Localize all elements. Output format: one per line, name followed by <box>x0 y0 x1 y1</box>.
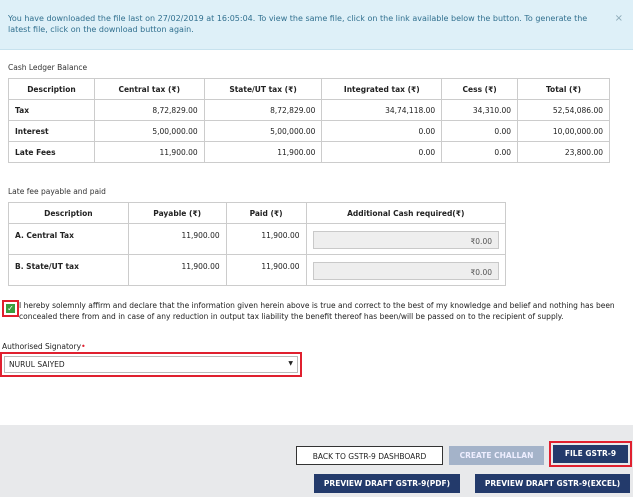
column-header: Central tax (₹) <box>93 78 205 100</box>
column-header: Integrated tax (₹) <box>321 78 443 100</box>
alert-message: You have downloaded the file last on 27/… <box>8 14 588 34</box>
table-row: Late Fees 11,900.00 11,900.00 0.00 0.00 … <box>8 141 610 163</box>
declaration-checkbox[interactable]: ✓ <box>2 300 19 317</box>
table-cell: 0.00 <box>441 141 519 163</box>
late-fee-table: Description Payable (₹) Paid (₹) Additio… <box>8 202 506 286</box>
row-label: A. Central Tax <box>8 223 129 255</box>
table-row: A. Central Tax 11,900.00 11,900.00 ₹0.00 <box>8 223 506 255</box>
table-cell: 11,900.00 <box>127 223 227 255</box>
table-cell: 5,00,000.00 <box>203 120 323 142</box>
row-label: Interest <box>8 120 95 142</box>
declaration: ✓ I hereby solemnly affirm and declare t… <box>2 300 622 322</box>
column-header: Paid (₹) <box>225 202 307 224</box>
back-to-dashboard-button[interactable]: BACK TO GSTR-9 DASHBOARD <box>296 446 443 465</box>
table-cell: 34,310.00 <box>441 99 519 121</box>
table-cell: 8,72,829.00 <box>203 99 323 121</box>
download-info-alert: You have downloaded the file last on 27/… <box>0 0 633 50</box>
column-header: Description <box>8 78 95 100</box>
signatory-select[interactable]: NURUL SAIYED ▼ <box>4 356 298 373</box>
table-row: Interest 5,00,000.00 5,00,000.00 0.00 0.… <box>8 120 610 142</box>
signatory-select-highlight: NURUL SAIYED ▼ <box>0 352 302 377</box>
additional-cash-central-input[interactable]: ₹0.00 <box>312 231 499 249</box>
table-cell: 23,800.00 <box>517 141 610 163</box>
table-row: B. State/UT tax 11,900.00 11,900.00 ₹0.0… <box>8 254 506 286</box>
preview-excel-button[interactable]: PREVIEW DRAFT GSTR-9(EXCEL) <box>475 474 630 493</box>
table-cell: 11,900.00 <box>203 141 323 163</box>
late-fee-title: Late fee payable and paid <box>8 187 106 196</box>
column-header: Total (₹) <box>517 78 610 100</box>
signatory-label-row: Authorised Signatory• <box>2 342 86 351</box>
table-header-row: Description Payable (₹) Paid (₹) Additio… <box>8 202 506 224</box>
file-gstr9-button[interactable]: FILE GSTR-9 <box>553 445 628 463</box>
table-header-row: Description Central tax (₹) State/UT tax… <box>8 78 610 100</box>
table-cell: 34,74,118.00 <box>321 99 443 121</box>
additional-cash-state-input[interactable]: ₹0.00 <box>312 262 499 280</box>
column-header: Description <box>8 202 129 224</box>
cash-ledger-table: Description Central tax (₹) State/UT tax… <box>8 78 610 163</box>
column-header: Additional Cash required(₹) <box>305 202 506 224</box>
signatory-label: Authorised Signatory <box>2 342 82 351</box>
table-row: Tax 8,72,829.00 8,72,829.00 34,74,118.00… <box>8 99 610 121</box>
required-icon: • <box>81 342 86 351</box>
table-cell: 52,54,086.00 <box>517 99 610 121</box>
close-icon[interactable]: × <box>615 13 623 24</box>
table-cell: 0.00 <box>441 120 519 142</box>
cash-ledger-title: Cash Ledger Balance <box>8 63 88 72</box>
table-cell: 11,900.00 <box>225 254 307 286</box>
signatory-selected-value: NURUL SAIYED <box>9 360 65 369</box>
table-cell: ₹0.00 <box>305 254 506 286</box>
column-header: Payable (₹) <box>127 202 227 224</box>
table-cell: ₹0.00 <box>305 223 506 255</box>
row-label: Late Fees <box>8 141 95 163</box>
declaration-text: I hereby solemnly affirm and declare tha… <box>19 301 615 321</box>
table-cell: 0.00 <box>321 141 443 163</box>
table-cell: 5,00,000.00 <box>93 120 205 142</box>
column-header: State/UT tax (₹) <box>203 78 323 100</box>
create-challan-button[interactable]: CREATE CHALLAN <box>449 446 544 465</box>
preview-pdf-button[interactable]: PREVIEW DRAFT GSTR-9(PDF) <box>314 474 460 493</box>
table-cell: 11,900.00 <box>127 254 227 286</box>
table-cell: 10,00,000.00 <box>517 120 610 142</box>
table-cell: 0.00 <box>321 120 443 142</box>
table-cell: 11,900.00 <box>225 223 307 255</box>
table-cell: 8,72,829.00 <box>93 99 205 121</box>
column-header: Cess (₹) <box>441 78 519 100</box>
check-icon: ✓ <box>6 304 15 313</box>
caret-down-icon: ▼ <box>288 360 293 367</box>
file-button-highlight: FILE GSTR-9 <box>549 441 632 467</box>
row-label: Tax <box>8 99 95 121</box>
table-cell: 11,900.00 <box>93 141 205 163</box>
row-label: B. State/UT tax <box>8 254 129 286</box>
